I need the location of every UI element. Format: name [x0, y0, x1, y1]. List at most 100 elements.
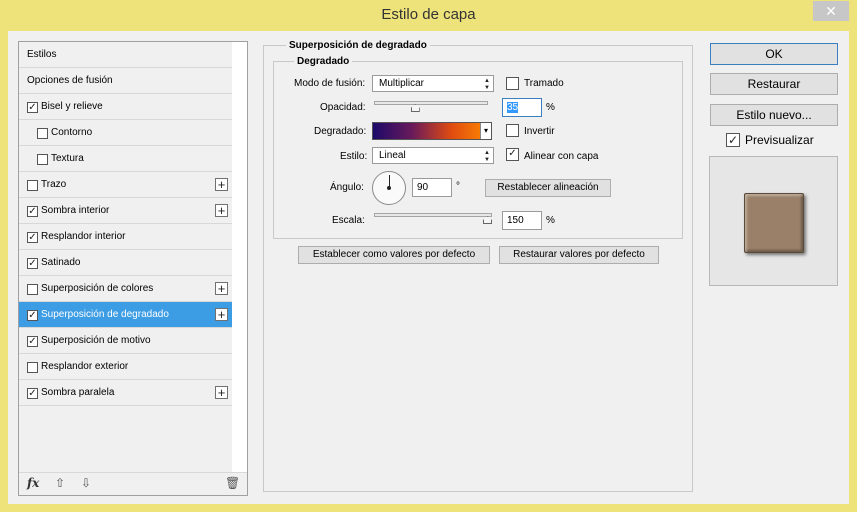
style-list-item-label: Opciones de fusión [27, 75, 113, 86]
style-list-item-label: Superposición de degradado [41, 309, 169, 320]
make-default-button[interactable]: Establecer como valores por defecto [298, 246, 490, 264]
reverse-label: Invertir [524, 126, 555, 137]
add-effect-icon[interactable]: + [215, 282, 228, 295]
style-list-item[interactable]: ✓ Bisel y relieve [19, 94, 232, 120]
preview-checkbox[interactable]: ✓ [726, 133, 740, 147]
trash-icon[interactable]: 🗑 [225, 476, 240, 490]
style-list-item[interactable]: Trazo + [19, 172, 232, 198]
angle-dial-center [387, 186, 391, 190]
reset-alignment-button[interactable]: Restablecer alineación [485, 179, 611, 197]
window-title: Estilo de capa [381, 6, 476, 23]
style-list-checkbox[interactable]: ✓ [27, 102, 38, 113]
style-list-checkbox[interactable] [27, 180, 38, 191]
scale-unit: % [546, 215, 555, 226]
blend-mode-select[interactable]: Multiplicar ▲ ▼ [372, 75, 494, 92]
style-list-item[interactable]: ✓ Resplandor interior [19, 224, 232, 250]
style-list-item[interactable]: ✓ Satinado [19, 250, 232, 276]
ok-button[interactable]: OK [710, 43, 838, 65]
scale-slider-track [374, 213, 492, 217]
gradient-label: Degradado: [314, 126, 367, 137]
style-label: Estilo: [340, 151, 368, 162]
style-list-checkbox[interactable]: ✓ [27, 336, 38, 347]
close-button[interactable]: ✕ [813, 1, 849, 21]
blend-mode-value: Multiplicar [379, 78, 425, 89]
dither-checkbox[interactable] [506, 77, 519, 90]
styles-toolbar: fx ⇧ ⇩ 🗑 [19, 472, 247, 496]
angle-unit: ° [456, 181, 460, 192]
styles-panel: Estilos Opciones de fusión ✓ Bisel y reliev… [18, 41, 248, 496]
style-list-item[interactable]: ✓ Superposición de motivo [19, 328, 232, 354]
style-list-item-label: Superposición de colores [41, 283, 154, 294]
style-list-item[interactable]: ✓ Superposición de degradado + [19, 302, 232, 328]
angle-label: Ángulo: [330, 182, 364, 193]
style-value: Lineal [379, 150, 406, 161]
dialog-body: Estilos Opciones de fusión ✓ Bisel y reliev… [8, 31, 849, 504]
style-list-item-label: Estilos [27, 49, 57, 60]
style-preview [709, 156, 838, 286]
style-list-item[interactable]: Resplandor exterior [19, 354, 232, 380]
style-list-checkbox[interactable]: ✓ [27, 206, 38, 217]
scale-input[interactable]: 150 [502, 211, 542, 230]
style-list-item[interactable]: Estilos [19, 42, 232, 68]
move-up-icon[interactable]: ⇧ [55, 476, 65, 490]
opacity-slider-track [374, 101, 488, 105]
select-arrows-icon: ▲ ▼ [484, 150, 490, 163]
opacity-value: 35 [507, 102, 519, 113]
gradient-subgroup-title: Degradado [294, 56, 353, 67]
style-select[interactable]: Lineal ▲ ▼ [372, 147, 494, 164]
style-list-item[interactable]: ✓ Sombra interior + [19, 198, 232, 224]
add-effect-icon[interactable]: + [215, 204, 228, 217]
style-list-item-label: Trazo [41, 179, 67, 190]
style-list-item[interactable]: ✓ Sombra paralela + [19, 380, 232, 406]
align-with-layer-label: Alinear con capa [524, 151, 599, 162]
angle-dial[interactable] [372, 171, 406, 205]
style-list-item-label: Satinado [41, 257, 81, 268]
style-list-item-label: Resplandor interior [41, 231, 126, 242]
opacity-input[interactable]: 35 [502, 98, 542, 117]
opacity-slider-thumb[interactable] [410, 104, 420, 112]
style-list-item[interactable]: Superposición de colores + [19, 276, 232, 302]
add-effect-icon[interactable]: + [215, 386, 228, 399]
chevron-down-icon[interactable]: ▾ [480, 123, 491, 139]
new-style-button[interactable]: Estilo nuevo... [710, 104, 838, 126]
style-list-item-label: Textura [51, 153, 84, 164]
style-list-checkbox[interactable] [27, 362, 38, 373]
angle-input[interactable]: 90 [412, 178, 452, 197]
fx-icon[interactable]: fx [27, 476, 39, 490]
style-list-item-label: Bisel y relieve [41, 101, 103, 112]
styles-list: Estilos Opciones de fusión ✓ Bisel y reliev… [19, 42, 232, 472]
style-list-item-label: Resplandor exterior [41, 361, 129, 372]
add-effect-icon[interactable]: + [215, 308, 228, 321]
style-list-item[interactable]: Textura [19, 146, 232, 172]
style-list-item[interactable]: Contorno [19, 120, 232, 146]
style-list-item-label: Sombra interior [41, 205, 110, 216]
style-list-checkbox[interactable]: ✓ [27, 388, 38, 399]
align-with-layer-checkbox[interactable]: ✓ [506, 148, 519, 161]
scale-slider[interactable] [374, 210, 492, 226]
move-down-icon[interactable]: ⇩ [81, 476, 91, 490]
reset-to-default-button[interactable]: Restaurar valores por defecto [499, 246, 659, 264]
style-list-checkbox[interactable]: ✓ [27, 258, 38, 269]
blend-mode-label: Modo de fusión: [294, 78, 366, 89]
angle-value: 90 [417, 182, 429, 193]
opacity-label: Opacidad: [320, 102, 366, 113]
style-list-item-label: Sombra paralela [41, 387, 115, 398]
style-list-item-label: Contorno [51, 127, 93, 138]
style-list-item-label: Superposición de motivo [41, 335, 151, 346]
styles-scrollbar[interactable] [232, 42, 247, 472]
add-effect-icon[interactable]: + [215, 178, 228, 191]
dither-label: Tramado [524, 78, 564, 89]
reverse-checkbox[interactable] [506, 124, 519, 137]
style-list-item[interactable]: Opciones de fusión [19, 68, 232, 94]
title-bar: Estilo de capa ✕ [0, 0, 857, 32]
style-list-checkbox[interactable] [37, 128, 48, 139]
style-list-checkbox[interactable] [27, 284, 38, 295]
style-list-checkbox[interactable] [37, 154, 48, 165]
gradient-swatch[interactable]: ▾ [372, 122, 492, 140]
style-list-checkbox[interactable]: ✓ [27, 232, 38, 243]
style-list-checkbox[interactable]: ✓ [27, 310, 38, 321]
reset-button[interactable]: Restaurar [710, 73, 838, 95]
gradient-overlay-group-title: Superposición de degradado [286, 40, 430, 51]
scale-slider-thumb[interactable] [483, 216, 492, 224]
opacity-slider[interactable] [374, 98, 488, 114]
